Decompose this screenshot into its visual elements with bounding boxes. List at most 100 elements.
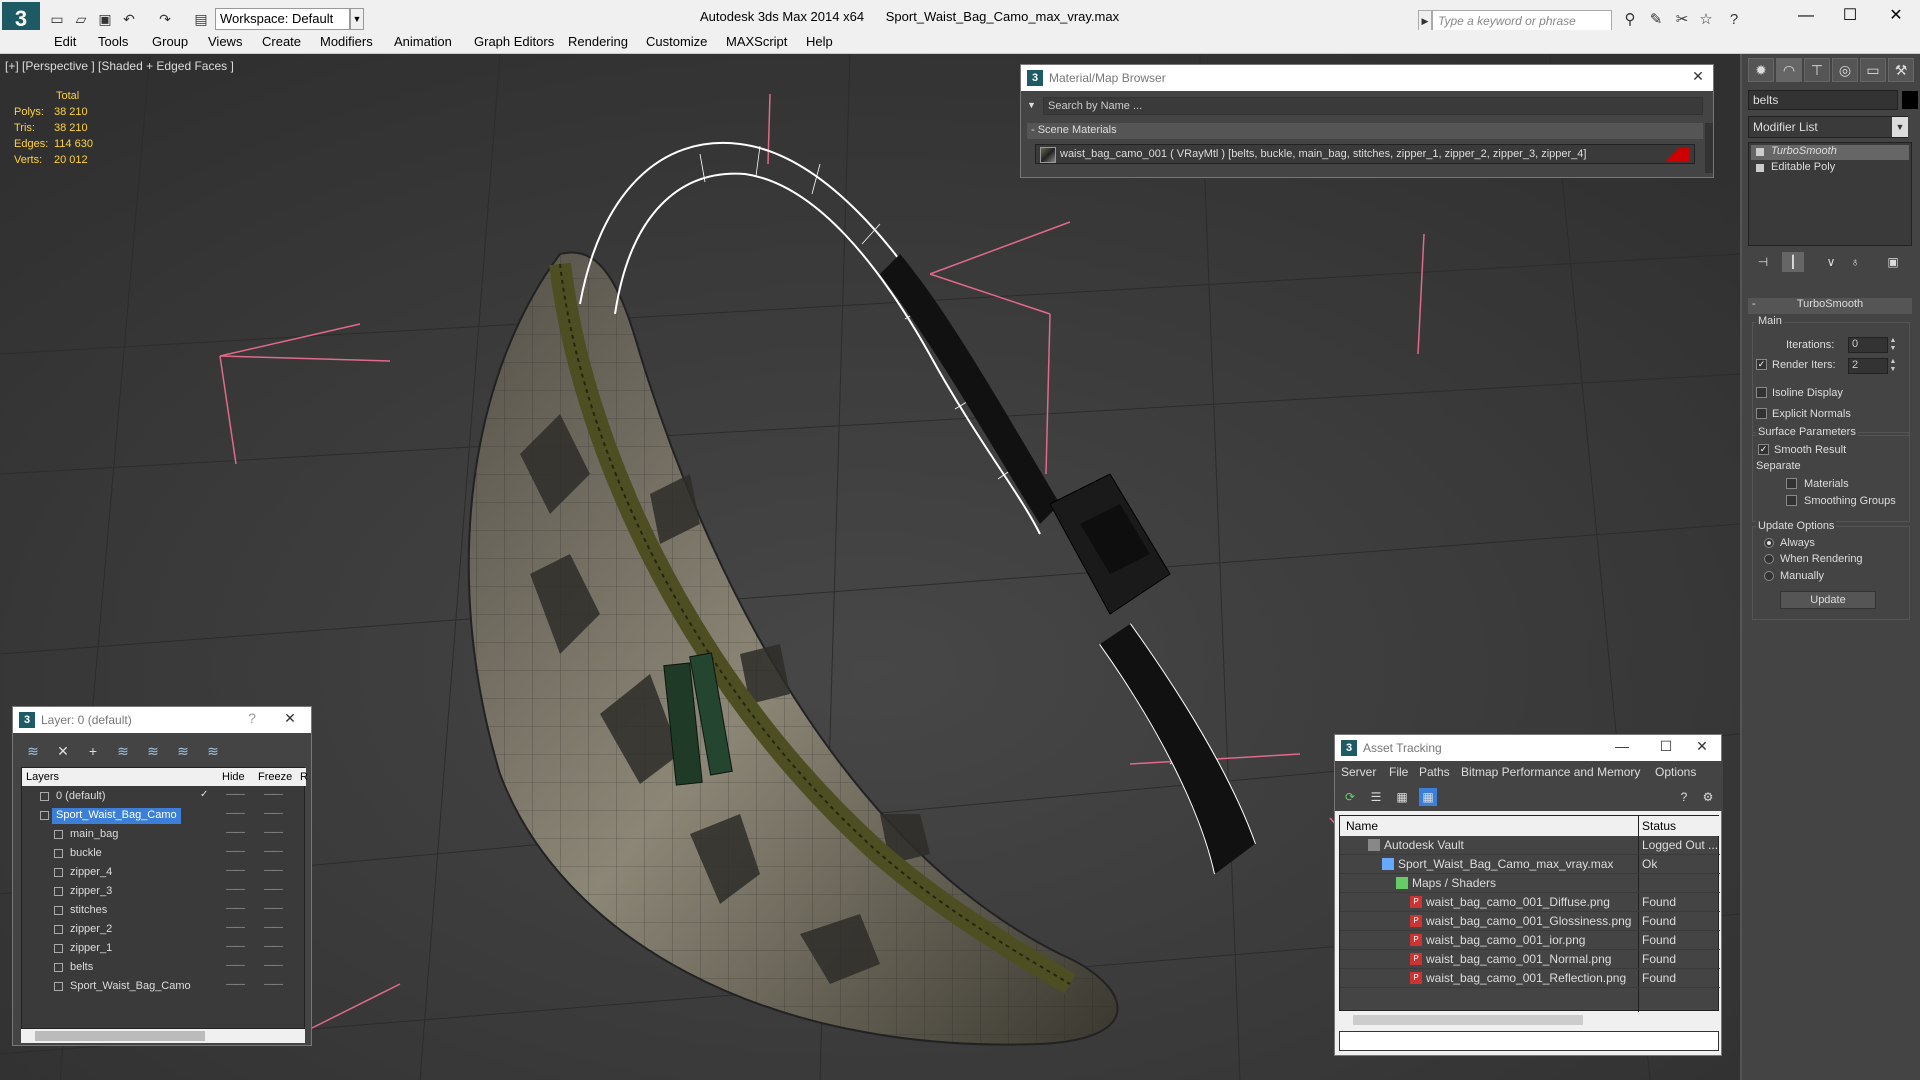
iterations-spinner[interactable]: 0 bbox=[1848, 337, 1888, 353]
subscription-icon[interactable]: ✂ bbox=[1672, 10, 1692, 30]
isoline-display-checkbox[interactable] bbox=[1756, 387, 1767, 398]
close-icon[interactable]: ✕ bbox=[1876, 4, 1916, 28]
material-scrollbar[interactable] bbox=[1705, 123, 1713, 173]
render-column-header[interactable]: R bbox=[300, 771, 308, 783]
search-options-arrow-icon[interactable]: ▼ bbox=[1027, 100, 1036, 110]
keyword-search-input[interactable]: Type a keyword or phrase bbox=[1432, 10, 1612, 32]
menu-edit[interactable]: Edit bbox=[54, 34, 76, 49]
freeze-toggle[interactable]: —— bbox=[264, 903, 283, 914]
workspace-arrow-icon[interactable]: ▼ bbox=[350, 8, 364, 30]
hide-all-layers-icon[interactable]: ≋ bbox=[173, 741, 193, 761]
maximize-icon[interactable]: ☐ bbox=[1655, 738, 1677, 758]
hide-toggle[interactable]: —— bbox=[226, 884, 245, 895]
list-view-icon[interactable]: ☰ bbox=[1367, 788, 1385, 806]
expand-plus-icon[interactable] bbox=[1756, 164, 1764, 172]
stack-item-editable-poly[interactable]: Editable Poly bbox=[1751, 161, 1909, 176]
hide-toggle[interactable]: —— bbox=[226, 941, 245, 952]
asset-menu-options[interactable]: Options bbox=[1655, 765, 1696, 779]
hide-toggle[interactable]: —— bbox=[226, 789, 245, 800]
workspace-dropdown[interactable]: Workspace: Default bbox=[215, 8, 350, 30]
project-folder-icon[interactable]: ▤ bbox=[192, 10, 210, 28]
asset-row[interactable]: Pwaist_bag_camo_001_Glossiness.png Found bbox=[1340, 912, 1720, 931]
thumbnail-view-icon[interactable]: ▦ bbox=[1393, 788, 1411, 806]
layers-column-header[interactable]: Layers bbox=[26, 771, 59, 783]
help-icon[interactable]: ? bbox=[1724, 10, 1744, 30]
asset-row[interactable]: Pwaist_bag_camo_001_Normal.png Found bbox=[1340, 950, 1720, 969]
asset-path-field[interactable] bbox=[1339, 1031, 1719, 1051]
modify-tab-icon[interactable]: ◠ bbox=[1776, 58, 1802, 82]
hide-toggle[interactable]: —— bbox=[226, 865, 245, 876]
redo-icon[interactable]: ↷ bbox=[156, 10, 174, 28]
layer-row[interactable]: stitches —— —— bbox=[22, 902, 306, 921]
freeze-column-header[interactable]: Freeze bbox=[258, 771, 292, 783]
asset-menu-bitmap-performance[interactable]: Bitmap Performance and Memory bbox=[1461, 765, 1640, 779]
asset-row[interactable]: Pwaist_bag_camo_001_ior.png Found bbox=[1340, 931, 1720, 950]
chevron-down-icon[interactable]: ▼ bbox=[1892, 117, 1908, 137]
manually-radio[interactable] bbox=[1764, 571, 1774, 581]
layer-row[interactable]: zipper_4 —— —— bbox=[22, 864, 306, 883]
favorites-star-icon[interactable]: ☆ bbox=[1696, 10, 1716, 30]
hide-toggle[interactable]: —— bbox=[226, 846, 245, 857]
motion-tab-icon[interactable]: ◎ bbox=[1832, 58, 1858, 82]
asset-menu-paths[interactable]: Paths bbox=[1419, 765, 1450, 779]
layer-horizontal-scrollbar[interactable] bbox=[21, 1029, 305, 1043]
name-column-header[interactable]: Name bbox=[1346, 819, 1378, 833]
utilities-tab-icon[interactable]: ⚒ bbox=[1888, 58, 1914, 82]
maximize-icon[interactable]: ☐ bbox=[1830, 4, 1870, 28]
menu-views[interactable]: Views bbox=[208, 34, 242, 49]
save-file-icon[interactable]: ▣ bbox=[96, 10, 114, 28]
display-tab-icon[interactable]: ▭ bbox=[1860, 58, 1886, 82]
stack-item-turbosmooth[interactable]: TurboSmooth bbox=[1751, 145, 1909, 160]
layer-row[interactable]: Sport_Waist_Bag_Camo —— —— bbox=[22, 807, 306, 826]
hide-toggle[interactable]: —— bbox=[226, 827, 245, 838]
refresh-icon[interactable]: ⟳ bbox=[1341, 788, 1359, 806]
hide-toggle[interactable]: —— bbox=[226, 979, 245, 990]
remove-modifier-icon[interactable]: ♁ bbox=[1844, 252, 1866, 272]
object-name-input[interactable]: belts bbox=[1748, 90, 1898, 110]
viewport-label[interactable]: [+] [Perspective ] [Shaded + Edged Faces… bbox=[5, 59, 234, 73]
menu-tools[interactable]: Tools bbox=[98, 34, 128, 49]
close-icon[interactable]: ✕ bbox=[1691, 738, 1713, 758]
create-layer-icon[interactable]: ≋ bbox=[23, 741, 43, 761]
highlight-layer-icon[interactable]: ≋ bbox=[143, 741, 163, 761]
explicit-normals-checkbox[interactable] bbox=[1756, 408, 1767, 419]
freeze-toggle[interactable]: —— bbox=[264, 865, 283, 876]
render-iters-checkbox[interactable]: ✓ bbox=[1756, 359, 1767, 370]
configure-sets-icon[interactable]: ▣ bbox=[1882, 252, 1904, 272]
minimize-icon[interactable]: — bbox=[1786, 4, 1826, 28]
freeze-toggle[interactable]: —— bbox=[264, 789, 283, 800]
hide-toggle[interactable]: —— bbox=[226, 960, 245, 971]
modifier-list-dropdown[interactable]: Modifier List bbox=[1748, 116, 1908, 138]
freeze-toggle[interactable]: —— bbox=[264, 941, 283, 952]
close-icon[interactable]: ✕ bbox=[1687, 68, 1709, 88]
hide-toggle[interactable]: —— bbox=[226, 808, 245, 819]
layer-row[interactable]: buckle —— —— bbox=[22, 845, 306, 864]
create-tab-icon[interactable]: ✹ bbox=[1748, 58, 1774, 82]
asset-row[interactable]: Autodesk Vault Logged Out ... bbox=[1340, 836, 1720, 855]
always-radio[interactable] bbox=[1764, 538, 1774, 548]
scrollbar-thumb[interactable] bbox=[1353, 1015, 1583, 1025]
asset-row[interactable]: Pwaist_bag_camo_001_Diffuse.png Found bbox=[1340, 893, 1720, 912]
help-icon[interactable]: ? bbox=[1675, 788, 1693, 806]
current-layer-check-icon[interactable]: ✓ bbox=[200, 789, 208, 800]
when-rendering-radio[interactable] bbox=[1764, 554, 1774, 564]
hide-toggle[interactable]: —— bbox=[226, 922, 245, 933]
scrollbar-thumb[interactable] bbox=[35, 1031, 205, 1041]
freeze-toggle[interactable]: —— bbox=[264, 808, 283, 819]
material-entry[interactable]: waist_bag_camo_001 ( VRayMtl ) [belts, b… bbox=[1035, 144, 1695, 164]
materials-checkbox[interactable] bbox=[1786, 478, 1797, 489]
layer-row[interactable]: zipper_3 —— —— bbox=[22, 883, 306, 902]
close-icon[interactable]: ✕ bbox=[279, 710, 301, 730]
new-file-icon[interactable]: ▭ bbox=[48, 10, 66, 28]
layer-row[interactable]: Sport_Waist_Bag_Camo —— —— bbox=[22, 978, 306, 997]
hierarchy-tab-icon[interactable]: ⊤ bbox=[1804, 58, 1830, 82]
asset-horizontal-scrollbar[interactable] bbox=[1339, 1013, 1719, 1027]
asset-row[interactable]: Maps / Shaders bbox=[1340, 874, 1720, 893]
pin-stack-icon[interactable]: ⊣ bbox=[1752, 252, 1774, 272]
search-expand-icon[interactable]: ▶ bbox=[1418, 10, 1432, 32]
layer-row[interactable]: 0 (default) —— —— ✓ bbox=[22, 788, 306, 807]
update-button[interactable]: Update bbox=[1780, 591, 1876, 609]
hide-column-header[interactable]: Hide bbox=[222, 771, 245, 783]
help-icon[interactable]: ? bbox=[241, 710, 263, 730]
menu-customize[interactable]: Customize bbox=[646, 34, 707, 49]
